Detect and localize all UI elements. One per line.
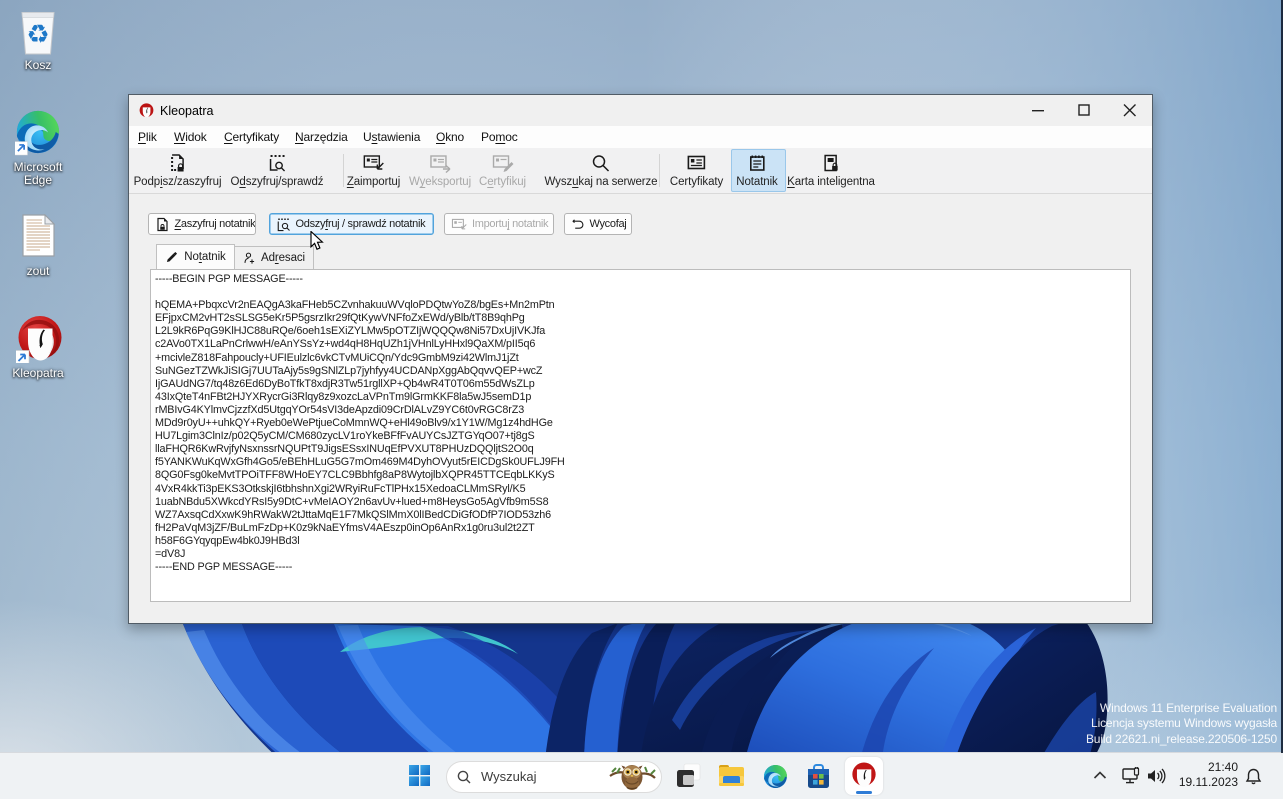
svg-text:♻: ♻ xyxy=(26,19,49,49)
